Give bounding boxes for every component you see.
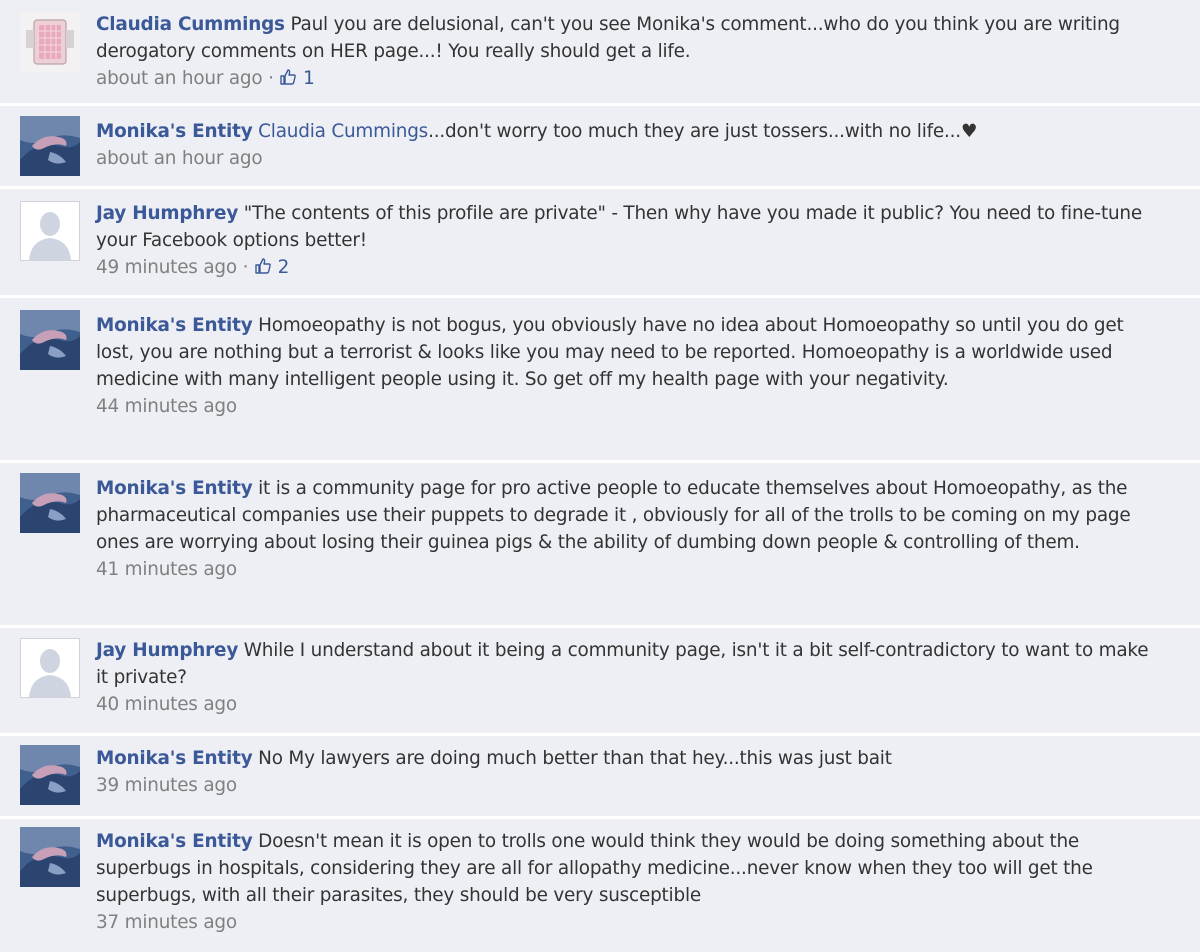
comment-body: Monika's Entity it is a community page f… bbox=[96, 475, 1160, 583]
like-count[interactable]: 2 bbox=[254, 257, 289, 278]
author-link[interactable]: Monika's Entity bbox=[96, 478, 253, 499]
comment-item: Monika's Entity Doesn't mean it is open … bbox=[0, 819, 1200, 952]
thumbs-up-icon bbox=[255, 258, 271, 274]
comment-meta: 39 minutes ago bbox=[96, 773, 1160, 799]
comment-body: Jay Humphrey While I understand about it… bbox=[96, 637, 1160, 718]
avatar[interactable] bbox=[20, 827, 80, 887]
comment-message: No My lawyers are doing much better than… bbox=[258, 748, 892, 769]
comment-body: Jay Humphrey "The contents of this profi… bbox=[96, 200, 1160, 281]
meta-separator: · bbox=[242, 257, 249, 278]
comment-message: ...don't worry too much they are just to… bbox=[428, 121, 978, 142]
comment-item: Jay Humphrey "The contents of this profi… bbox=[0, 189, 1200, 295]
avatar[interactable] bbox=[20, 745, 80, 805]
blue-figure-photo-icon bbox=[20, 310, 80, 370]
author-link[interactable]: Jay Humphrey bbox=[96, 203, 238, 224]
comment-message: While I understand about it being a comm… bbox=[96, 640, 1149, 688]
like-count-value: 1 bbox=[303, 68, 315, 89]
avatar[interactable] bbox=[20, 310, 80, 370]
comment-message: "The contents of this profile are privat… bbox=[96, 203, 1142, 251]
avatar[interactable] bbox=[20, 12, 80, 72]
author-link[interactable]: Monika's Entity bbox=[96, 121, 253, 142]
thumbs-up-icon bbox=[280, 69, 297, 85]
author-link[interactable]: Monika's Entity bbox=[96, 831, 253, 852]
comment-message: it is a community page for pro active pe… bbox=[96, 478, 1131, 553]
comment-item: Claudia Cummings Paul you are delusional… bbox=[0, 0, 1200, 103]
ring-photo-icon bbox=[20, 12, 80, 72]
author-link[interactable]: Claudia Cummings bbox=[96, 14, 285, 35]
timestamp[interactable]: 39 minutes ago bbox=[96, 775, 237, 796]
comment-list: Claudia Cummings Paul you are delusional… bbox=[0, 0, 1200, 952]
avatar[interactable] bbox=[20, 638, 80, 698]
comment-meta: 41 minutes ago bbox=[96, 557, 1160, 583]
timestamp[interactable]: about an hour ago bbox=[96, 148, 263, 169]
comment-meta: 44 minutes ago bbox=[96, 394, 1160, 420]
comment-text: Monika's Entity No My lawyers are doing … bbox=[96, 745, 1160, 772]
avatar[interactable] bbox=[20, 201, 80, 261]
comment-meta: 37 minutes ago bbox=[96, 910, 1160, 936]
comment-text: Monika's Entity it is a community page f… bbox=[96, 475, 1160, 556]
comment-text: Jay Humphrey While I understand about it… bbox=[96, 637, 1160, 691]
comment-body: Monika's Entity Homoeopathy is not bogus… bbox=[96, 312, 1160, 420]
comment-body: Claudia Cummings Paul you are delusional… bbox=[96, 11, 1160, 92]
mention-link[interactable]: Claudia Cummings bbox=[258, 121, 428, 142]
comment-text: Monika's Entity Homoeopathy is not bogus… bbox=[96, 312, 1160, 393]
avatar[interactable] bbox=[20, 116, 80, 176]
timestamp[interactable]: about an hour ago bbox=[96, 68, 263, 89]
comment-body: Monika's Entity Doesn't mean it is open … bbox=[96, 828, 1160, 936]
blue-figure-photo-icon bbox=[20, 745, 80, 805]
timestamp[interactable]: 41 minutes ago bbox=[96, 559, 237, 580]
comment-text: Claudia Cummings Paul you are delusional… bbox=[96, 11, 1160, 65]
timestamp[interactable]: 37 minutes ago bbox=[96, 912, 237, 933]
comment-item: Jay Humphrey While I understand about it… bbox=[0, 628, 1200, 733]
timestamp[interactable]: 49 minutes ago bbox=[96, 257, 237, 278]
avatar[interactable] bbox=[20, 473, 80, 533]
comment-item: Monika's Entity Homoeopathy is not bogus… bbox=[0, 298, 1200, 460]
blue-figure-photo-icon bbox=[20, 827, 80, 887]
like-count[interactable]: 1 bbox=[279, 68, 315, 89]
comment-meta: about an hour ago bbox=[96, 146, 1160, 172]
blue-figure-photo-icon bbox=[20, 116, 80, 176]
author-link[interactable]: Monika's Entity bbox=[96, 748, 253, 769]
author-link[interactable]: Jay Humphrey bbox=[96, 640, 238, 661]
comment-meta: 49 minutes ago · 2 bbox=[96, 255, 1160, 281]
comment-body: Monika's Entity Claudia Cummings...don't… bbox=[96, 118, 1160, 172]
timestamp[interactable]: 44 minutes ago bbox=[96, 396, 237, 417]
author-link[interactable]: Monika's Entity bbox=[96, 315, 253, 336]
comment-item: Monika's Entity Claudia Cummings...don't… bbox=[0, 106, 1200, 186]
blue-figure-photo-icon bbox=[20, 473, 80, 533]
comment-body: Monika's Entity No My lawyers are doing … bbox=[96, 745, 1160, 799]
default-silhouette-icon bbox=[21, 639, 79, 697]
comment-text: Monika's Entity Doesn't mean it is open … bbox=[96, 828, 1160, 909]
comment-meta: 40 minutes ago bbox=[96, 692, 1160, 718]
comment-meta: about an hour ago · 1 bbox=[96, 66, 1160, 92]
comment-text: Monika's Entity Claudia Cummings...don't… bbox=[96, 118, 1160, 145]
comment-item: Monika's Entity No My lawyers are doing … bbox=[0, 736, 1200, 816]
timestamp[interactable]: 40 minutes ago bbox=[96, 694, 237, 715]
meta-separator: · bbox=[268, 68, 274, 89]
comment-text: Jay Humphrey "The contents of this profi… bbox=[96, 200, 1160, 254]
default-silhouette-icon bbox=[21, 202, 79, 260]
like-count-value: 2 bbox=[277, 257, 290, 278]
comment-item: Monika's Entity it is a community page f… bbox=[0, 463, 1200, 625]
